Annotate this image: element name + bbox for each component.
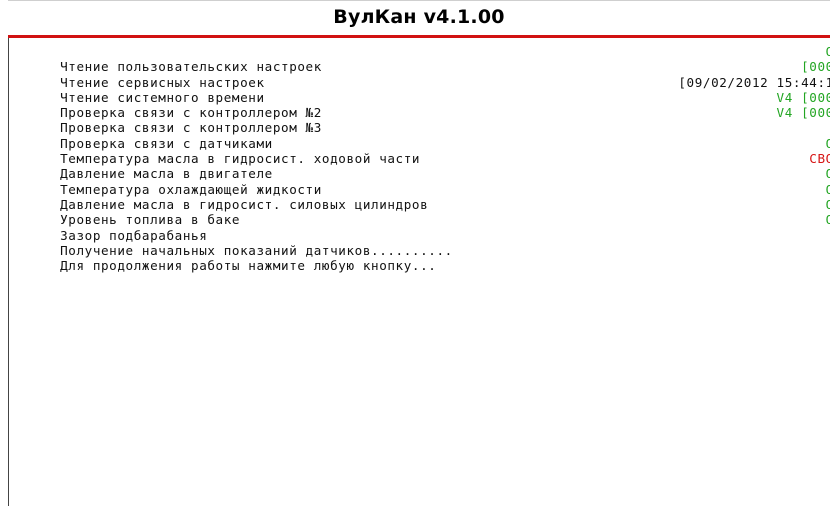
- log-status: O:: [562, 136, 830, 151]
- log-status: O:: [562, 197, 830, 212]
- log-status: O:: [562, 182, 830, 197]
- log-text: Для продолжения работы нажмите любую кно…: [60, 258, 437, 274]
- window-title: ВулКан v4.1.00: [333, 6, 505, 28]
- log-line-sensor-fuel-level: Уровень топлива в баке O:: [11, 197, 830, 227]
- log-line-read-system-time: Чтение системного времени [09/02/2012 15…: [11, 74, 830, 105]
- log-status: O:: [562, 166, 830, 181]
- log-line-sensor-concave-clearance: Зазор подбарабанья O:: [11, 212, 830, 242]
- log-line-read-user-settings: Чтение пользовательских настроек O:: [11, 44, 830, 74]
- log-status: [0000: [801, 59, 830, 75]
- log-line-sensor-coolant-temp: Температура охлаждающей жидкости O:: [11, 166, 830, 196]
- title-bar: ВулКан v4.1.00: [8, 0, 830, 36]
- log-line-initial-readings: Получение начальных показаний датчиков..…: [11, 228, 830, 258]
- log-line-sensor-oil-temp-chassis: Температура масла в гидросист. ходовой ч…: [11, 136, 830, 166]
- log-line-check-controller-3: Проверка связи с контроллером №3 V4 [000…: [11, 105, 830, 135]
- log-line-press-any-key: Для продолжения работы нажмите любую кно…: [11, 243, 830, 273]
- log-line-read-service-settings: Чтение сервисных настроек [0000: [11, 59, 830, 89]
- log-line-sensor-engine-oil-pressure: Давление масла в двигателе СВОІ: [11, 151, 830, 181]
- log-status: O:: [562, 44, 830, 59]
- log-status: V4 [0000: [776, 105, 830, 121]
- console-log: Чтение пользовательских настроек O: Чтен…: [11, 44, 830, 504]
- log-status: СВОІ: [809, 151, 830, 167]
- log-status: [09/02/2012 15:44:14: [678, 74, 830, 90]
- log-line-sensor-cylinder-oil-pressure: Давление масла в гидросист. силовых цили…: [11, 182, 830, 212]
- left-border: [8, 38, 9, 506]
- log-line-check-sensors: Проверка связи с датчиками: [11, 120, 830, 151]
- log-line-check-controller-2: Проверка связи с контроллером №2 V4 [000…: [11, 89, 830, 120]
- app-window: ВулКан v4.1.00 Чтение пользовательских н…: [0, 0, 830, 506]
- title-divider: [8, 35, 830, 38]
- log-status: O:: [562, 212, 830, 227]
- log-status: V4 [0000: [776, 89, 830, 105]
